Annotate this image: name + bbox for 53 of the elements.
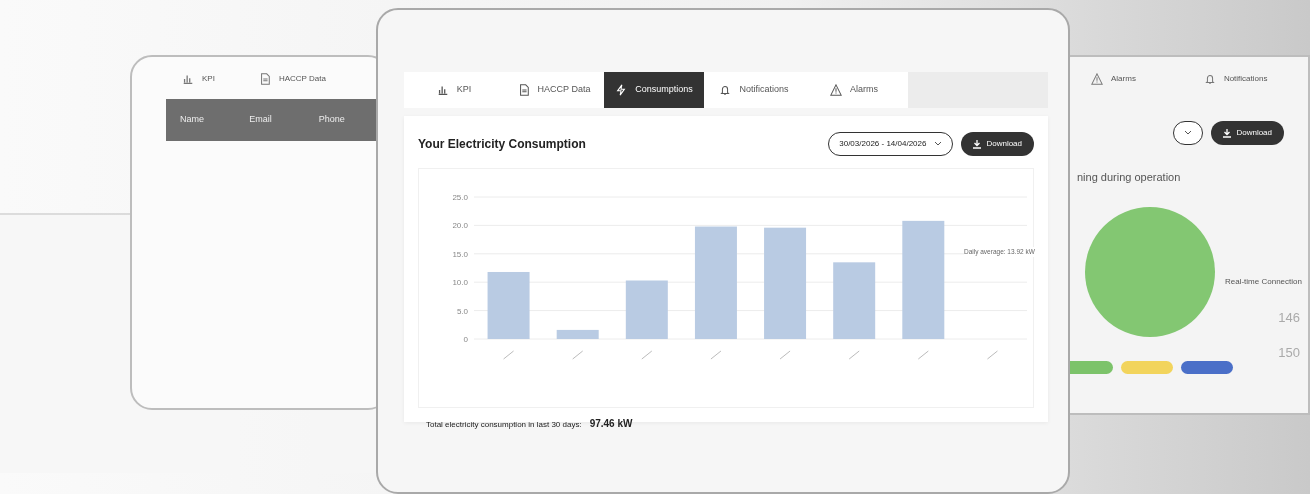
section-heading: ning during operation: [1077, 170, 1182, 185]
column-header: Email: [249, 113, 273, 127]
tab[interactable]: HACCP Data: [248, 73, 336, 85]
document-icon: [517, 84, 530, 96]
warning-icon: [830, 84, 842, 96]
bell-icon: [1203, 73, 1216, 85]
download-button[interactable]: Download: [961, 132, 1034, 156]
chevron-down-icon: [934, 141, 943, 147]
lightning-icon: [615, 84, 628, 96]
column-header: Phone: [318, 113, 346, 127]
total-value: 97.46 kW: [589, 417, 633, 431]
value-text: 146: [1278, 308, 1300, 327]
tab[interactable]: KPI: [172, 73, 225, 85]
axis-tick-label: 5.0: [456, 306, 468, 316]
tab[interactable]: Consumptions: [604, 72, 704, 108]
download-icon: [973, 139, 982, 149]
chart-bar: [487, 272, 530, 339]
axis-label-mark: [572, 350, 584, 360]
axis-label-mark: [986, 350, 998, 360]
value-text: 150: [1278, 344, 1300, 362]
axis-tick-label: 10.0: [452, 278, 468, 288]
axis-label-mark: [710, 350, 722, 360]
document-icon: [258, 73, 271, 85]
axis-label-mark: [848, 350, 860, 360]
axis-tick-label: 25.0: [452, 193, 468, 202]
tab[interactable]: KPI: [404, 72, 504, 108]
axis-label-mark: [641, 350, 653, 360]
tab[interactable]: HACCP Data: [504, 72, 604, 108]
warning-icon: [1091, 73, 1103, 85]
tab[interactable]: Alarms: [804, 72, 904, 108]
chevron-down-icon: [1184, 130, 1193, 136]
axis-tick-label: 0: [463, 335, 468, 344]
tab[interactable]: Notifications: [704, 72, 804, 108]
chart-bar: [625, 280, 668, 339]
bar-chart-icon: [182, 73, 194, 85]
date-range-dropdown[interactable]: [1173, 121, 1204, 145]
column-header: Name: [180, 113, 205, 127]
axis-tick-label: 15.0: [452, 249, 468, 259]
total-label: Total electricity consumption in last 30 days:: [426, 419, 582, 431]
tab[interactable]: Alarms: [1081, 73, 1146, 85]
download-icon: [1223, 128, 1232, 138]
date-range-dropdown[interactable]: 30/03/2026 - 14/04/2026: [828, 132, 954, 156]
chart-bar: [556, 329, 599, 339]
card-title: Your Electricity Consumption: [418, 136, 586, 153]
axis-label-mark: [917, 350, 929, 360]
axis-label-mark: [779, 350, 791, 360]
bar-chart-icon: [436, 84, 449, 96]
connection-label: Real-time Connection: [1225, 275, 1303, 288]
bell-icon: [719, 84, 732, 96]
axis-tick-label: 20.0: [452, 221, 468, 231]
download-button[interactable]: Download: [1211, 121, 1284, 145]
axis-label-mark: [503, 350, 515, 360]
tab[interactable]: Notifications: [1193, 73, 1278, 85]
